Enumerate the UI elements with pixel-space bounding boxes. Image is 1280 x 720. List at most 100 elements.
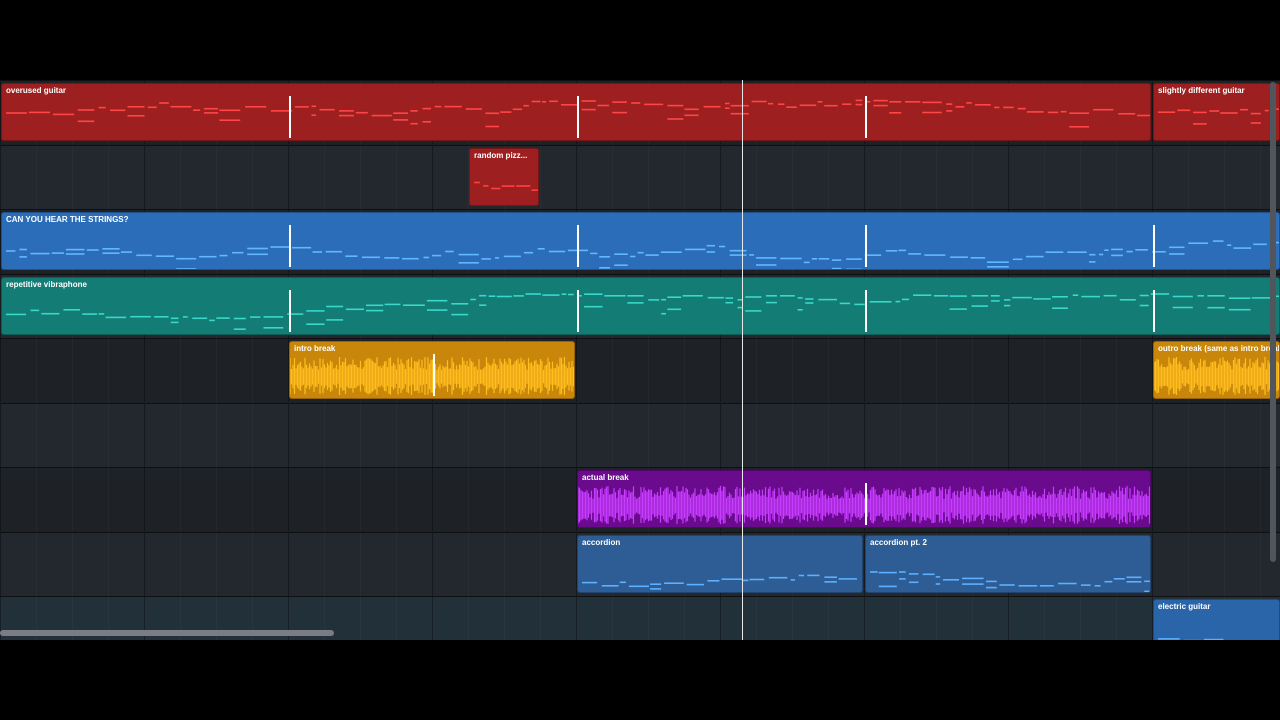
midi-note — [838, 578, 857, 580]
midi-note — [1126, 581, 1142, 583]
beat-gridline — [360, 533, 361, 596]
midi-note — [987, 266, 1009, 268]
beat-gridline — [1224, 404, 1225, 467]
midi-note — [644, 103, 664, 106]
vertical-scrollbar[interactable] — [1270, 82, 1276, 562]
midi-note — [898, 249, 907, 252]
clip-actual-break[interactable]: actual break — [577, 470, 1151, 528]
clip-slightly-different-guitar[interactable]: slightly different guitar — [1153, 83, 1280, 141]
midi-notes — [6, 293, 1279, 330]
clip-random-pizz[interactable]: random pizz... — [469, 148, 539, 206]
midi-note — [768, 576, 788, 579]
beat-gridline — [324, 404, 325, 467]
beat-gridline — [216, 533, 217, 596]
midi-note — [686, 583, 704, 586]
midi-note — [1098, 253, 1104, 256]
clip-accordion-pt-2[interactable]: accordion pt. 2 — [865, 535, 1151, 593]
beat-gridline — [396, 404, 397, 467]
beat-gridline — [612, 597, 613, 640]
midi-notes — [474, 181, 538, 191]
clip-accordion[interactable]: accordion — [577, 535, 863, 593]
midi-note — [98, 106, 106, 109]
midi-note — [6, 313, 26, 316]
loop-marker — [289, 225, 291, 267]
midi-note — [682, 295, 703, 297]
midi-note — [366, 309, 384, 312]
midi-note — [339, 114, 354, 117]
midi-note — [306, 310, 325, 312]
midi-note — [922, 573, 935, 576]
clip-outro-break-same-as-intro-break[interactable]: outro break (same as intro break) — [1153, 341, 1280, 399]
beat-gridline — [72, 468, 73, 531]
midi-note — [295, 106, 309, 108]
midi-note — [233, 328, 246, 330]
midi-note — [922, 101, 942, 104]
midi-note — [1177, 109, 1191, 112]
bar-gridline — [144, 403, 145, 467]
loop-marker — [865, 96, 867, 138]
midi-note — [1093, 108, 1114, 111]
horizontal-scrollbar[interactable] — [0, 630, 334, 636]
midi-note — [660, 251, 682, 253]
playhead[interactable] — [742, 80, 743, 640]
midi-note — [362, 256, 380, 259]
midi-note — [805, 302, 814, 304]
midi-note — [423, 256, 429, 259]
midi-note — [751, 100, 767, 103]
midi-note — [6, 112, 27, 114]
bar-gridline — [864, 403, 865, 467]
beat-gridline — [540, 146, 541, 209]
beat-gridline — [1188, 468, 1189, 531]
beat-gridline — [252, 533, 253, 596]
beat-gridline — [324, 533, 325, 596]
clip-overused-guitar[interactable]: overused guitar — [1, 83, 1151, 141]
beat-gridline — [612, 339, 613, 402]
clip-intro-break[interactable]: intro break — [289, 341, 575, 399]
midi-note — [799, 104, 817, 107]
midi-note — [426, 309, 448, 311]
midi-note — [987, 261, 1009, 263]
midi-note — [102, 248, 120, 250]
midi-note — [824, 581, 837, 583]
clip-can-you-hear-the-strings[interactable]: CAN YOU HEAR THE STRINGS? — [1, 212, 1280, 270]
midi-note — [432, 254, 442, 257]
midi-note — [878, 571, 897, 574]
midi-note — [233, 317, 246, 320]
clip-repetitive-vibraphone[interactable]: repetitive vibraphone — [1, 277, 1280, 335]
midi-note — [147, 106, 157, 109]
track-lane-6[interactable] — [0, 402, 1280, 467]
midi-note — [599, 256, 611, 258]
midi-note — [667, 308, 682, 311]
beat-gridline — [1116, 146, 1117, 209]
midi-note — [170, 317, 179, 320]
track-lane-2[interactable] — [0, 144, 1280, 209]
midi-note — [1026, 255, 1044, 258]
midi-note — [818, 258, 830, 260]
midi-note — [645, 254, 659, 256]
midi-note — [209, 319, 215, 322]
beat-gridline — [756, 146, 757, 209]
midi-note — [41, 312, 60, 315]
beat-gridline — [1224, 468, 1225, 531]
midi-note — [1119, 299, 1136, 301]
bar-gridline — [1008, 403, 1009, 467]
midi-note — [627, 295, 644, 297]
bar-gridline — [864, 339, 865, 402]
midi-note — [581, 100, 596, 102]
midi-note — [384, 303, 401, 306]
midi-note — [481, 258, 491, 260]
beat-gridline — [900, 146, 901, 209]
beat-gridline — [72, 339, 73, 402]
midi-note — [1039, 585, 1054, 587]
midi-note — [817, 101, 823, 103]
midi-note — [869, 301, 892, 303]
clip-title: random pizz... — [474, 151, 528, 160]
track-lane-5[interactable] — [0, 338, 1280, 402]
clip-title: slightly different guitar — [1158, 86, 1245, 95]
midi-note — [219, 254, 228, 257]
midi-note — [908, 253, 921, 255]
midi-note — [1264, 109, 1269, 112]
beat-gridline — [972, 339, 973, 402]
clip-electric-guitar[interactable]: electric guitar — [1153, 599, 1280, 640]
arrangement-view[interactable]: overused guitar slightly different guitar… — [0, 80, 1280, 640]
